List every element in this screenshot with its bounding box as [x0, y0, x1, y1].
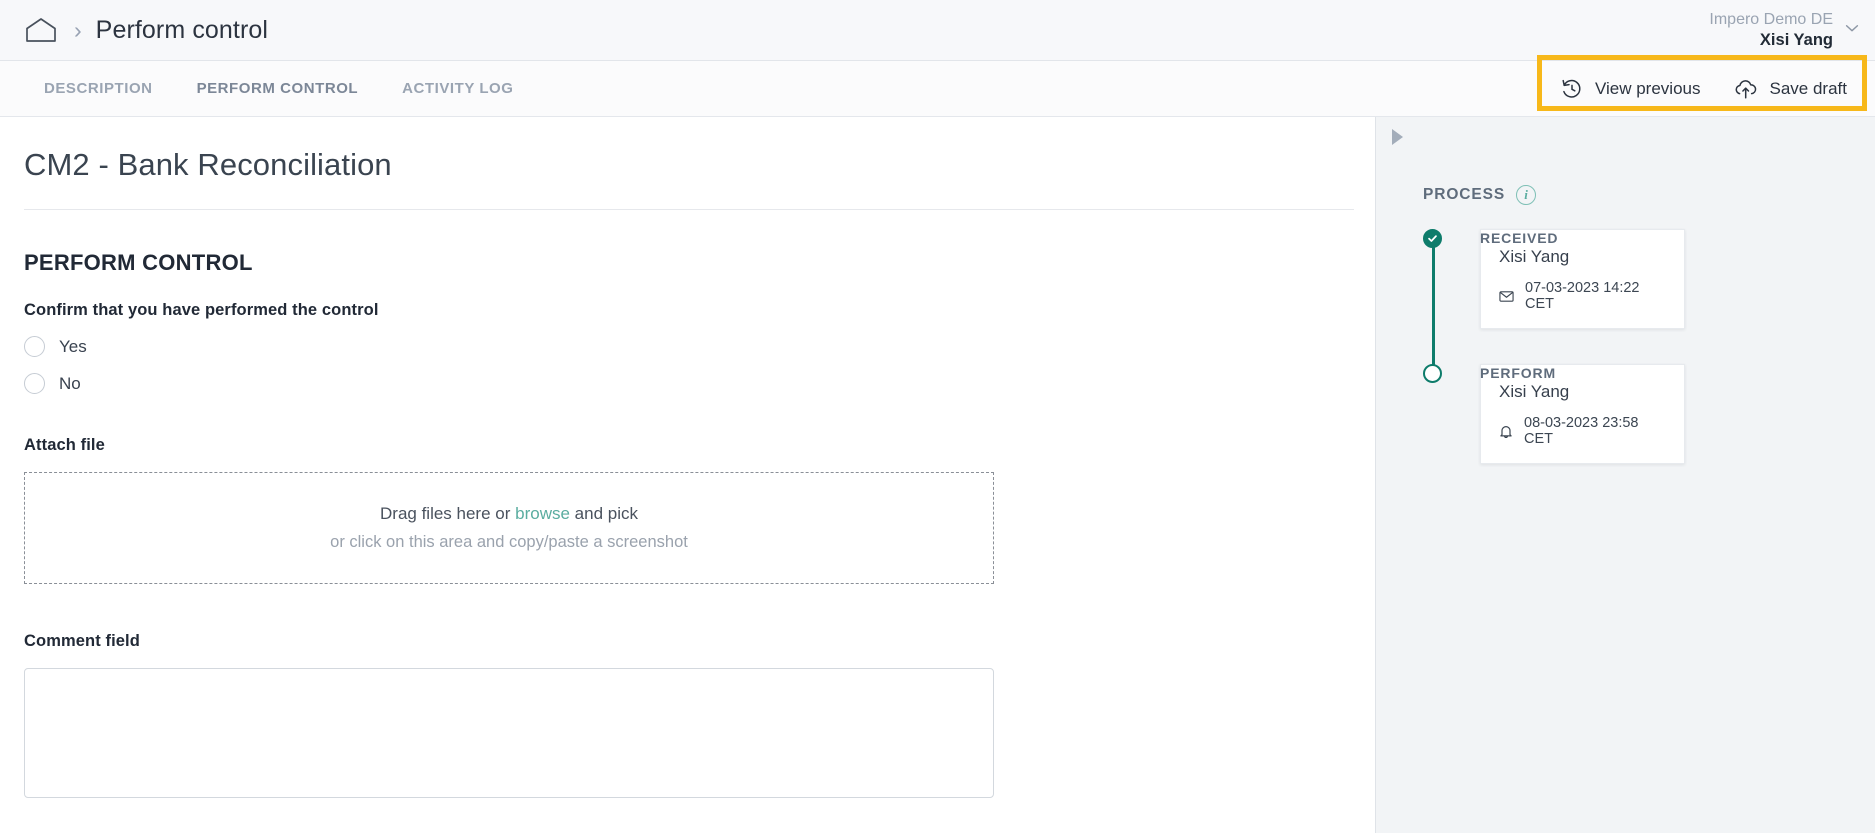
chevron-down-icon[interactable]	[1833, 19, 1861, 42]
dropzone-line-1: Drag files here or browse and pick	[380, 504, 638, 524]
process-side-panel: PROCESS i RECEIVED Xisi Yang 07-03-2023 …	[1375, 117, 1875, 833]
history-rotate-left-icon	[1560, 77, 1584, 101]
view-previous-label: View previous	[1594, 78, 1701, 98]
process-header: PROCESS i	[1376, 117, 1875, 205]
timeline-step-perform: PERFORM Xisi Yang 08-03-2023 23:58 CET	[1423, 364, 1875, 464]
process-title: PROCESS	[1423, 186, 1506, 203]
save-draft-label: Save draft	[1769, 78, 1848, 98]
main-content: CM2 - Bank Reconciliation PERFORM CONTRO…	[0, 117, 1375, 833]
timeline-label-perform: PERFORM	[1480, 365, 1556, 381]
timeline-node-check-icon	[1423, 229, 1442, 248]
timeline-card-name: Xisi Yang	[1499, 247, 1570, 266]
radio-circle-icon	[24, 336, 45, 357]
timeline-card-timestamp: 07-03-2023 14:22 CET	[1525, 280, 1640, 312]
attach-file-label: Attach file	[24, 436, 105, 454]
radio-circle-icon	[24, 373, 45, 394]
breadcrumb-separator: ›	[74, 16, 82, 43]
timeline-node-circle-icon	[1423, 364, 1442, 383]
cloud-upload-icon	[1733, 77, 1759, 101]
file-dropzone[interactable]: Drag files here or browse and pick or cl…	[24, 472, 994, 584]
radio-label-no: No	[59, 373, 81, 393]
home-icon[interactable]	[24, 17, 58, 43]
section-heading: PERFORM CONTROL	[24, 250, 253, 275]
page-title: Perform control	[95, 15, 269, 44]
dropzone-suffix: and pick	[569, 504, 638, 523]
tab-perform-control[interactable]: PERFORM CONTROL	[175, 61, 381, 116]
confirm-label: Confirm that you have performed the cont…	[24, 301, 379, 319]
bell-icon	[1499, 424, 1513, 439]
timeline-step-received: RECEIVED Xisi Yang 07-03-2023 14:22 CET	[1423, 229, 1875, 329]
top-breadcrumb-bar: › Perform control Impero Demo DE Xisi Ya…	[0, 0, 1875, 61]
radio-label-yes: Yes	[59, 336, 87, 356]
tab-action-bar: DESCRIPTION PERFORM CONTROL ACTIVITY LOG…	[0, 61, 1875, 117]
tenant-name: Impero Demo DE	[1709, 11, 1833, 29]
comment-input[interactable]	[24, 668, 994, 798]
radio-option-yes[interactable]: Yes	[24, 336, 1351, 357]
save-draft-button[interactable]: Save draft	[1717, 61, 1864, 116]
timeline-label-received: RECEIVED	[1480, 230, 1559, 246]
expand-arrow-icon[interactable]	[1392, 129, 1403, 145]
breadcrumb: › Perform control	[0, 16, 268, 45]
radio-option-no[interactable]: No	[24, 373, 1351, 394]
timeline-card-meta: 08-03-2023 23:58 CET	[1499, 415, 1666, 447]
control-title: CM2 - Bank Reconciliation	[24, 147, 392, 182]
timeline-card-meta: 07-03-2023 14:22 CET	[1499, 280, 1666, 312]
tab-list: DESCRIPTION PERFORM CONTROL ACTIVITY LOG	[0, 61, 535, 116]
timeline-card-timestamp: 08-03-2023 23:58 CET	[1524, 415, 1639, 447]
action-bar: View previous Save draft	[1544, 61, 1875, 116]
process-timeline: RECEIVED Xisi Yang 07-03-2023 14:22 CET …	[1376, 229, 1875, 464]
dropzone-line-2: or click on this area and copy/paste a s…	[330, 533, 688, 551]
dropzone-prefix: Drag files here or	[380, 504, 516, 523]
user-name: Xisi Yang	[1759, 30, 1833, 49]
browse-link[interactable]: browse	[515, 504, 570, 523]
info-circle-icon[interactable]: i	[1516, 185, 1537, 205]
title-divider	[24, 209, 1354, 210]
envelope-icon	[1499, 290, 1514, 303]
user-menu[interactable]: Impero Demo DE Xisi Yang	[1709, 0, 1875, 60]
comment-field-label: Comment field	[24, 632, 140, 650]
view-previous-button[interactable]: View previous	[1544, 61, 1717, 116]
user-info: Impero Demo DE Xisi Yang	[1709, 10, 1833, 50]
tab-activity-log[interactable]: ACTIVITY LOG	[380, 61, 535, 116]
tab-description[interactable]: DESCRIPTION	[22, 61, 175, 116]
timeline-card-name: Xisi Yang	[1499, 382, 1570, 401]
